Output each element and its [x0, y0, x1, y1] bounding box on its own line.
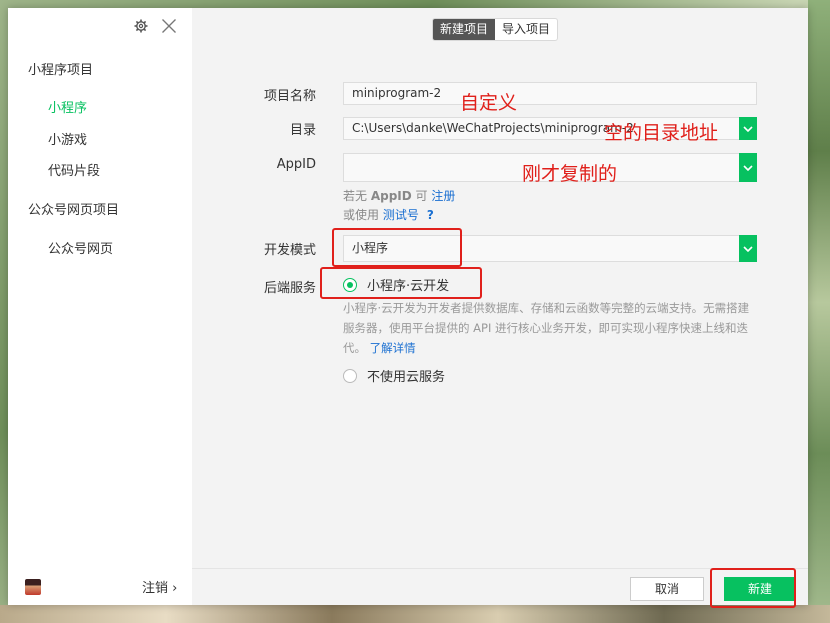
test-account-hint: 或使用 测试号? [343, 206, 434, 223]
window-controls [132, 17, 178, 35]
chevron-down-icon[interactable] [739, 117, 757, 140]
appid-label: AppID [276, 157, 316, 172]
main-panel: 新建项目 导入项目 项目名称 miniprogram-2 目录 C:\Users… [192, 8, 808, 608]
project-name-input[interactable]: miniprogram-2 [343, 82, 757, 105]
chevron-down-icon[interactable] [739, 235, 757, 262]
sidebar-footer: 注销 › [8, 568, 192, 605]
new-project-window: 小程序项目 小程序 小游戏 代码片段 公众号网页项目 公众号网页 注销 › 新建… [8, 8, 808, 608]
cloud-description: 小程序·云开发为开发者提供数据库、存储和云函数等完整的云端支持。无需搭建服务器，… [343, 298, 757, 358]
logout-link[interactable]: 注销 › [142, 577, 177, 596]
background-strip [0, 605, 830, 623]
avatar[interactable] [25, 579, 41, 595]
radio-unchecked-icon[interactable] [343, 368, 357, 383]
hint-text: 可 [411, 189, 432, 203]
register-link[interactable]: 注册 [431, 189, 455, 203]
learn-more-link[interactable]: 了解详情 [370, 341, 416, 355]
annotation-box-cloud [320, 267, 482, 299]
directory-label: 目录 [289, 123, 316, 138]
section-title-miniprogram: 小程序项目 [28, 63, 94, 78]
project-name-label: 项目名称 [263, 89, 316, 104]
sidebar: 小程序项目 小程序 小游戏 代码片段 公众号网页项目 公众号网页 注销 › [8, 8, 192, 605]
hint-text: 若无 [343, 189, 371, 203]
background-strip-right [808, 0, 830, 605]
hint-text: 或使用 [343, 208, 383, 222]
annotation-box-create [710, 568, 796, 608]
annotation-empty-dir: 空的目录地址 [604, 122, 719, 144]
sidebar-item-miniprogram[interactable]: 小程序 [48, 97, 87, 116]
tab-new-project[interactable]: 新建项目 [433, 19, 495, 40]
close-icon[interactable] [160, 17, 178, 35]
help-icon[interactable]: ? [427, 208, 434, 222]
appid-hint: 若无 AppID 可 注册 [343, 187, 455, 204]
gear-icon[interactable] [132, 17, 150, 35]
cancel-button[interactable]: 取消 [630, 577, 704, 601]
sidebar-item-code-snippet[interactable]: 代码片段 [48, 160, 100, 179]
annotation-custom: 自定义 [460, 92, 518, 114]
section-title-official-account: 公众号网页项目 [28, 203, 120, 218]
project-tabs: 新建项目 导入项目 [432, 18, 558, 41]
test-account-link[interactable]: 测试号 [383, 208, 419, 222]
radio-no-cloud[interactable]: 不使用云服务 [343, 366, 445, 385]
annotation-box-dev-mode [332, 228, 462, 267]
radio-no-cloud-label: 不使用云服务 [367, 370, 446, 385]
tab-import-project[interactable]: 导入项目 [495, 19, 557, 40]
annotation-just-copied: 刚才复制的 [522, 163, 618, 185]
sidebar-item-official-webpage[interactable]: 公众号网页 [48, 238, 113, 257]
directory-value: C:\Users\danke\WeChatProjects\miniprogra… [352, 121, 634, 135]
backend-label: 后端服务 [263, 281, 316, 296]
chevron-down-icon[interactable] [739, 153, 757, 182]
hint-appid: AppID [370, 189, 412, 203]
dev-mode-label: 开发模式 [263, 243, 316, 258]
sidebar-item-minigame[interactable]: 小游戏 [48, 129, 87, 148]
